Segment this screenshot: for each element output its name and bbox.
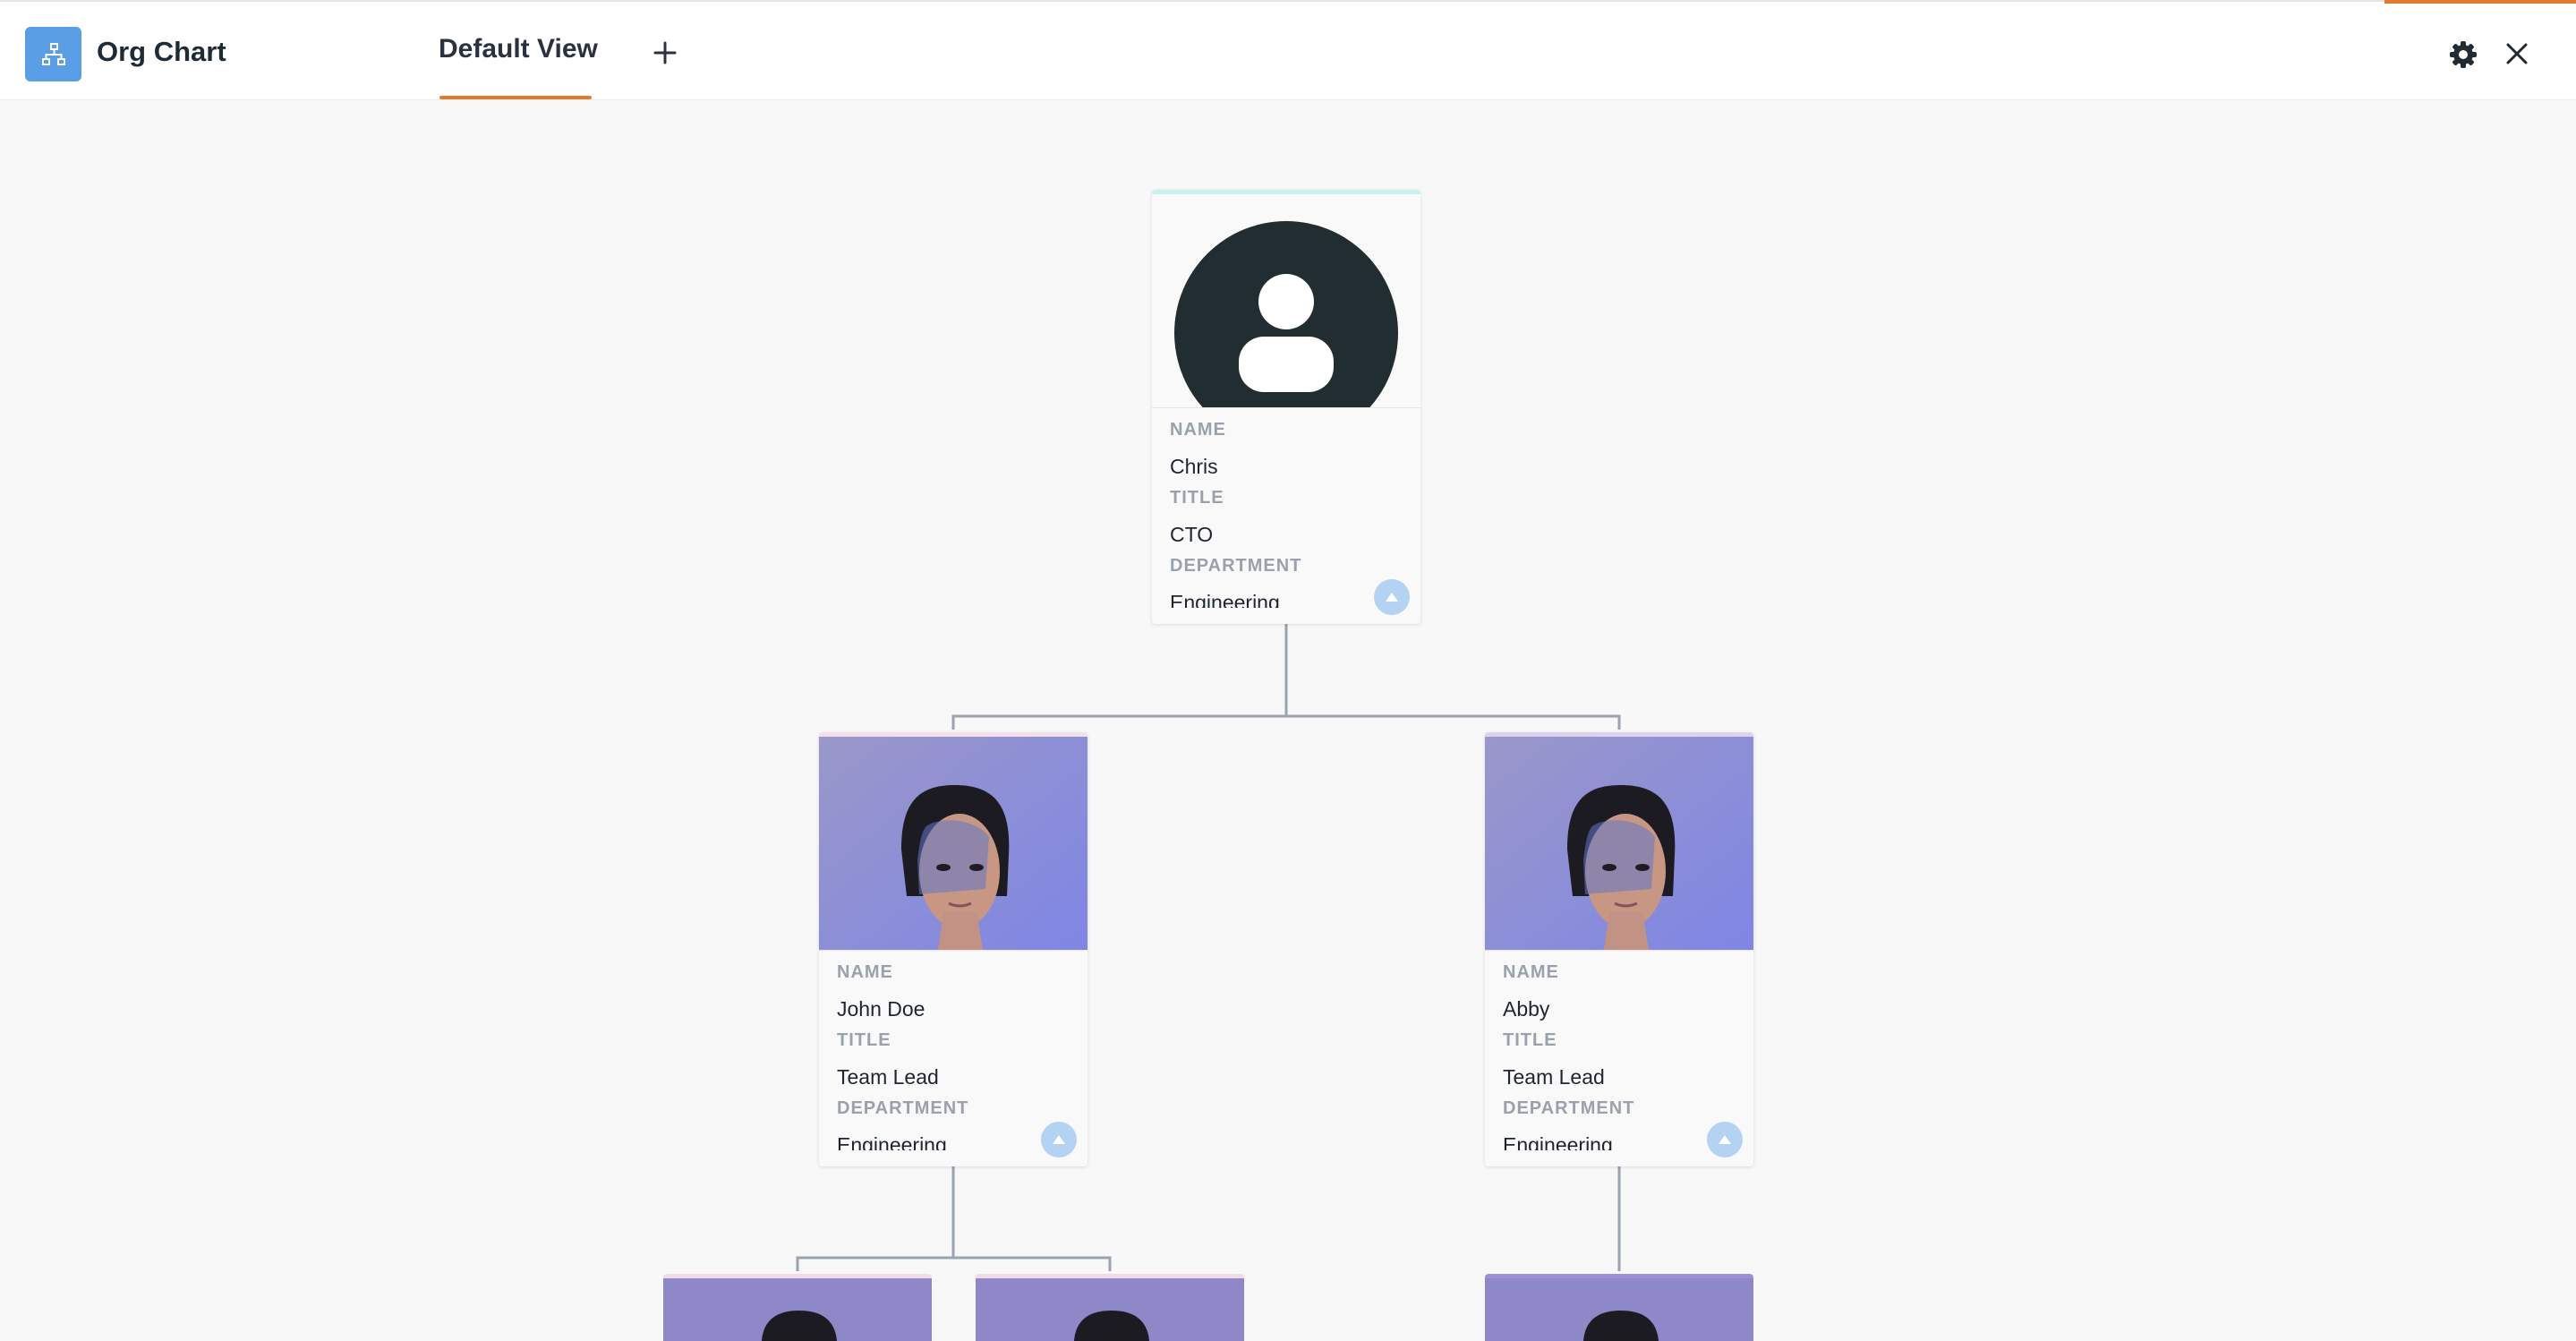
employee-department: Engineering — [1170, 591, 1280, 608]
employee-card-john-doe[interactable]: NAME John Doe TITLE Team Lead DEPARTMENT… — [819, 732, 1088, 1166]
close-icon[interactable] — [2503, 39, 2531, 68]
name-label: NAME — [1170, 420, 1226, 440]
employee-card-partial[interactable] — [976, 1274, 1244, 1341]
employee-name: John Doe — [837, 997, 925, 1021]
triangle-up-icon — [1719, 1135, 1731, 1144]
title-label: TITLE — [1170, 488, 1224, 508]
default-avatar — [1152, 194, 1420, 408]
employee-card-partial[interactable] — [663, 1274, 932, 1341]
employee-card-partial[interactable] — [1485, 1274, 1753, 1341]
org-chart-icon — [25, 27, 81, 81]
collapse-toggle-button[interactable] — [1707, 1122, 1743, 1157]
header-bar: Org Chart Default View — [0, 0, 2576, 100]
department-label: DEPARTMENT — [1503, 1098, 1635, 1118]
employee-details: NAME Chris TITLE CTO DEPARTMENT Engineer… — [1170, 420, 1403, 608]
department-label: DEPARTMENT — [1170, 556, 1302, 576]
plus-icon[interactable] — [650, 38, 680, 68]
person-photo — [1485, 737, 1753, 951]
employee-department: Engineering — [837, 1133, 947, 1150]
employee-name: Chris — [1170, 455, 1218, 478]
employee-title: Team Lead — [1503, 1065, 1605, 1089]
employee-name: Abby — [1503, 997, 1550, 1021]
triangle-up-icon — [1386, 593, 1398, 602]
active-tab-indicator — [439, 96, 592, 99]
top-accent-bar — [2384, 0, 2576, 4]
department-label: DEPARTMENT — [837, 1098, 969, 1118]
top-border — [0, 0, 2384, 2]
gear-icon[interactable] — [2448, 39, 2478, 70]
title-label: TITLE — [1503, 1030, 1557, 1050]
person-photo — [819, 737, 1088, 951]
collapse-toggle-button[interactable] — [1374, 579, 1410, 615]
employee-card-abby[interactable]: NAME Abby TITLE Team Lead DEPARTMENT Eng… — [1485, 732, 1753, 1166]
name-label: NAME — [837, 962, 893, 982]
app-title: Org Chart — [97, 36, 226, 67]
employee-card-chris[interactable]: NAME Chris TITLE CTO DEPARTMENT Engineer… — [1152, 190, 1420, 624]
employee-details: NAME Abby TITLE Team Lead DEPARTMENT Eng… — [1503, 962, 1736, 1150]
name-label: NAME — [1503, 962, 1559, 982]
tab-default-view[interactable]: Default View — [439, 34, 598, 64]
employee-title: Team Lead — [837, 1065, 939, 1089]
employee-details: NAME John Doe TITLE Team Lead DEPARTMENT… — [837, 962, 1070, 1150]
person-photo — [762, 1311, 837, 1341]
person-photo — [1074, 1311, 1149, 1341]
title-label: TITLE — [837, 1030, 891, 1050]
employee-department: Engineering — [1503, 1133, 1613, 1150]
employee-title: CTO — [1170, 523, 1214, 546]
triangle-up-icon — [1053, 1135, 1065, 1144]
collapse-toggle-button[interactable] — [1041, 1122, 1077, 1157]
person-photo — [1583, 1311, 1659, 1341]
